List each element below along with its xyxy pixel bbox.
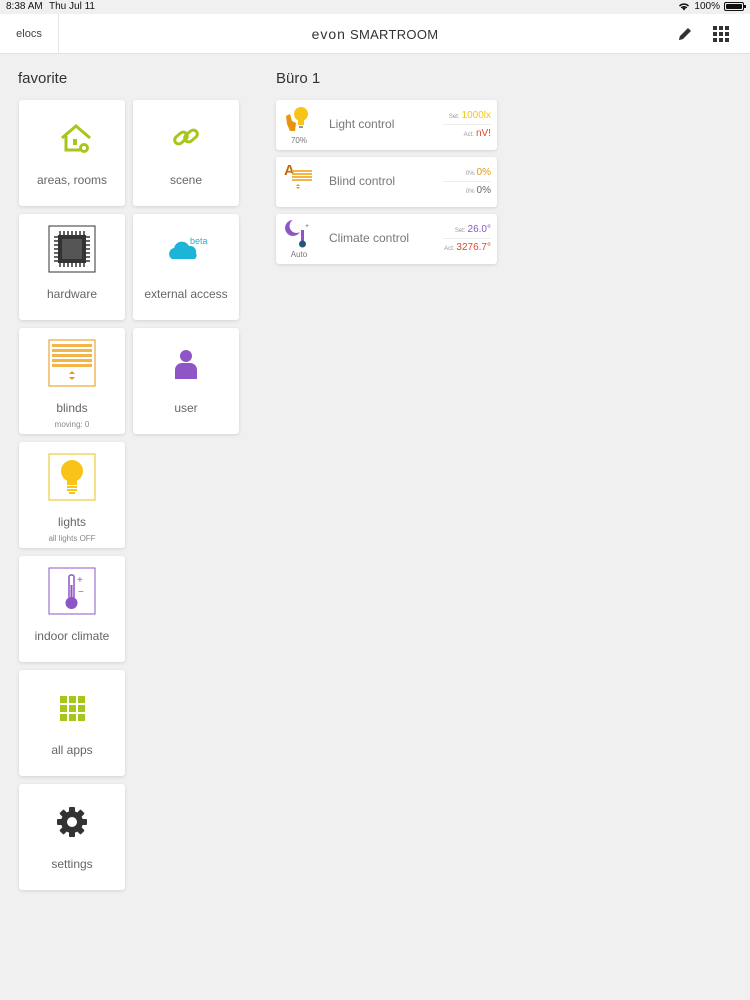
climate-control-card[interactable]: + Auto Climate control Set: 26.0° Act: 3…: [276, 214, 497, 264]
moon-thermometer-icon: +: [285, 220, 309, 248]
set-value: 26.0°: [467, 224, 491, 235]
set-value: 1000lx: [461, 110, 491, 121]
set-value: 0%: [476, 167, 491, 178]
tile-all-apps[interactable]: all apps: [19, 670, 125, 776]
tile-label: all apps: [51, 743, 93, 757]
tile-label: scene: [169, 173, 203, 187]
house-gear-icon: [61, 124, 91, 153]
tile-sub: all lights OFF: [48, 534, 96, 543]
gear-icon: [57, 807, 87, 837]
wifi-icon: [679, 3, 690, 11]
tile-blinds[interactable]: blinds moving: 0: [19, 328, 125, 434]
divider: [443, 181, 491, 182]
tile-sub: moving: 0: [54, 420, 90, 429]
svg-text:+: +: [305, 223, 309, 230]
act-row: Act: 3276.7°: [444, 242, 491, 253]
act-row: Act: nV!: [464, 128, 491, 139]
thermometer-icon: + −: [48, 567, 96, 615]
control-name: Climate control: [329, 231, 410, 245]
tile-label: lights: [57, 515, 86, 529]
brand-logo: evon: [311, 26, 346, 42]
act-value: nV!: [475, 128, 491, 139]
room-title: Büro 1: [276, 70, 321, 87]
set-key: Set:: [448, 114, 460, 120]
bulb-icon: [48, 453, 96, 501]
act-key: 0%: [465, 189, 475, 195]
tile-user[interactable]: user: [133, 328, 239, 434]
tile-areas-rooms[interactable]: areas, rooms: [19, 100, 125, 206]
act-row: 0% 0%: [466, 185, 491, 196]
control-name: Light control: [329, 117, 395, 131]
cloud-beta-icon: beta: [169, 236, 208, 259]
tile-external-access[interactable]: beta external access: [133, 214, 239, 320]
control-name: Blind control: [329, 174, 396, 188]
tile-label: hardware: [46, 287, 98, 301]
chip-icon: [48, 225, 96, 273]
set-row: Set: 1000lx: [449, 110, 491, 121]
tile-label: user: [174, 401, 198, 415]
blinds-icon: [48, 339, 96, 387]
product-name: SMARTROOM: [349, 27, 439, 42]
tile-label: indoor climate: [34, 629, 110, 643]
user-icon: [175, 350, 197, 379]
status-date: Thu Jul 11: [49, 1, 95, 12]
svg-text:+: +: [77, 575, 83, 586]
set-row: 0% 0%: [466, 167, 491, 178]
status-right: 100%: [678, 1, 746, 12]
act-key: Act:: [444, 246, 455, 252]
set-key: Set:: [454, 228, 466, 234]
divider: [443, 124, 491, 125]
tile-label: settings: [51, 857, 93, 871]
tile-lights[interactable]: lights all lights OFF: [19, 442, 125, 548]
top-bar: elocs evon SMARTROOM: [0, 14, 750, 54]
tile-scene[interactable]: scene: [133, 100, 239, 206]
tile-label: areas, rooms: [36, 173, 108, 187]
light-control-card[interactable]: 70% Light control Set: 1000lx Act: nV!: [276, 100, 497, 150]
chain-link-icon: [173, 128, 199, 146]
battery-percent: 100%: [694, 1, 720, 12]
act-value: 0%: [476, 185, 491, 196]
battery-icon: [724, 2, 746, 11]
light-level: 70%: [290, 136, 307, 145]
edit-pencil-icon[interactable]: [676, 25, 694, 43]
set-row: Set: 26.0°: [455, 224, 491, 235]
tile-label: external access: [144, 287, 228, 301]
tile-label: blinds: [56, 401, 88, 415]
divider: [443, 238, 491, 239]
tile-hardware[interactable]: hardware: [19, 214, 125, 320]
tile-settings[interactable]: settings: [19, 784, 125, 890]
act-value: 3276.7°: [456, 242, 491, 253]
act-key: Act:: [463, 132, 474, 138]
blind-letter-icon: A: [284, 162, 312, 189]
favorite-title: favorite: [18, 70, 68, 87]
beta-badge: beta: [190, 236, 208, 246]
apps-grid-icon[interactable]: [712, 25, 729, 42]
status-time: 8:38 AM: [6, 1, 43, 12]
svg-text:−: −: [78, 587, 84, 598]
set-key: 0%: [465, 171, 475, 177]
app-title: evon SMARTROOM: [0, 26, 750, 42]
tile-indoor-climate[interactable]: + − indoor climate: [19, 556, 125, 662]
hand-bulb-icon: [286, 107, 308, 131]
climate-mode: Auto: [290, 250, 308, 259]
status-bar: 8:38 AM Thu Jul 11 100%: [0, 0, 750, 14]
app-grid-icon: [60, 696, 85, 721]
blind-control-card[interactable]: A Blind control 0% 0% 0% 0%: [276, 157, 497, 207]
